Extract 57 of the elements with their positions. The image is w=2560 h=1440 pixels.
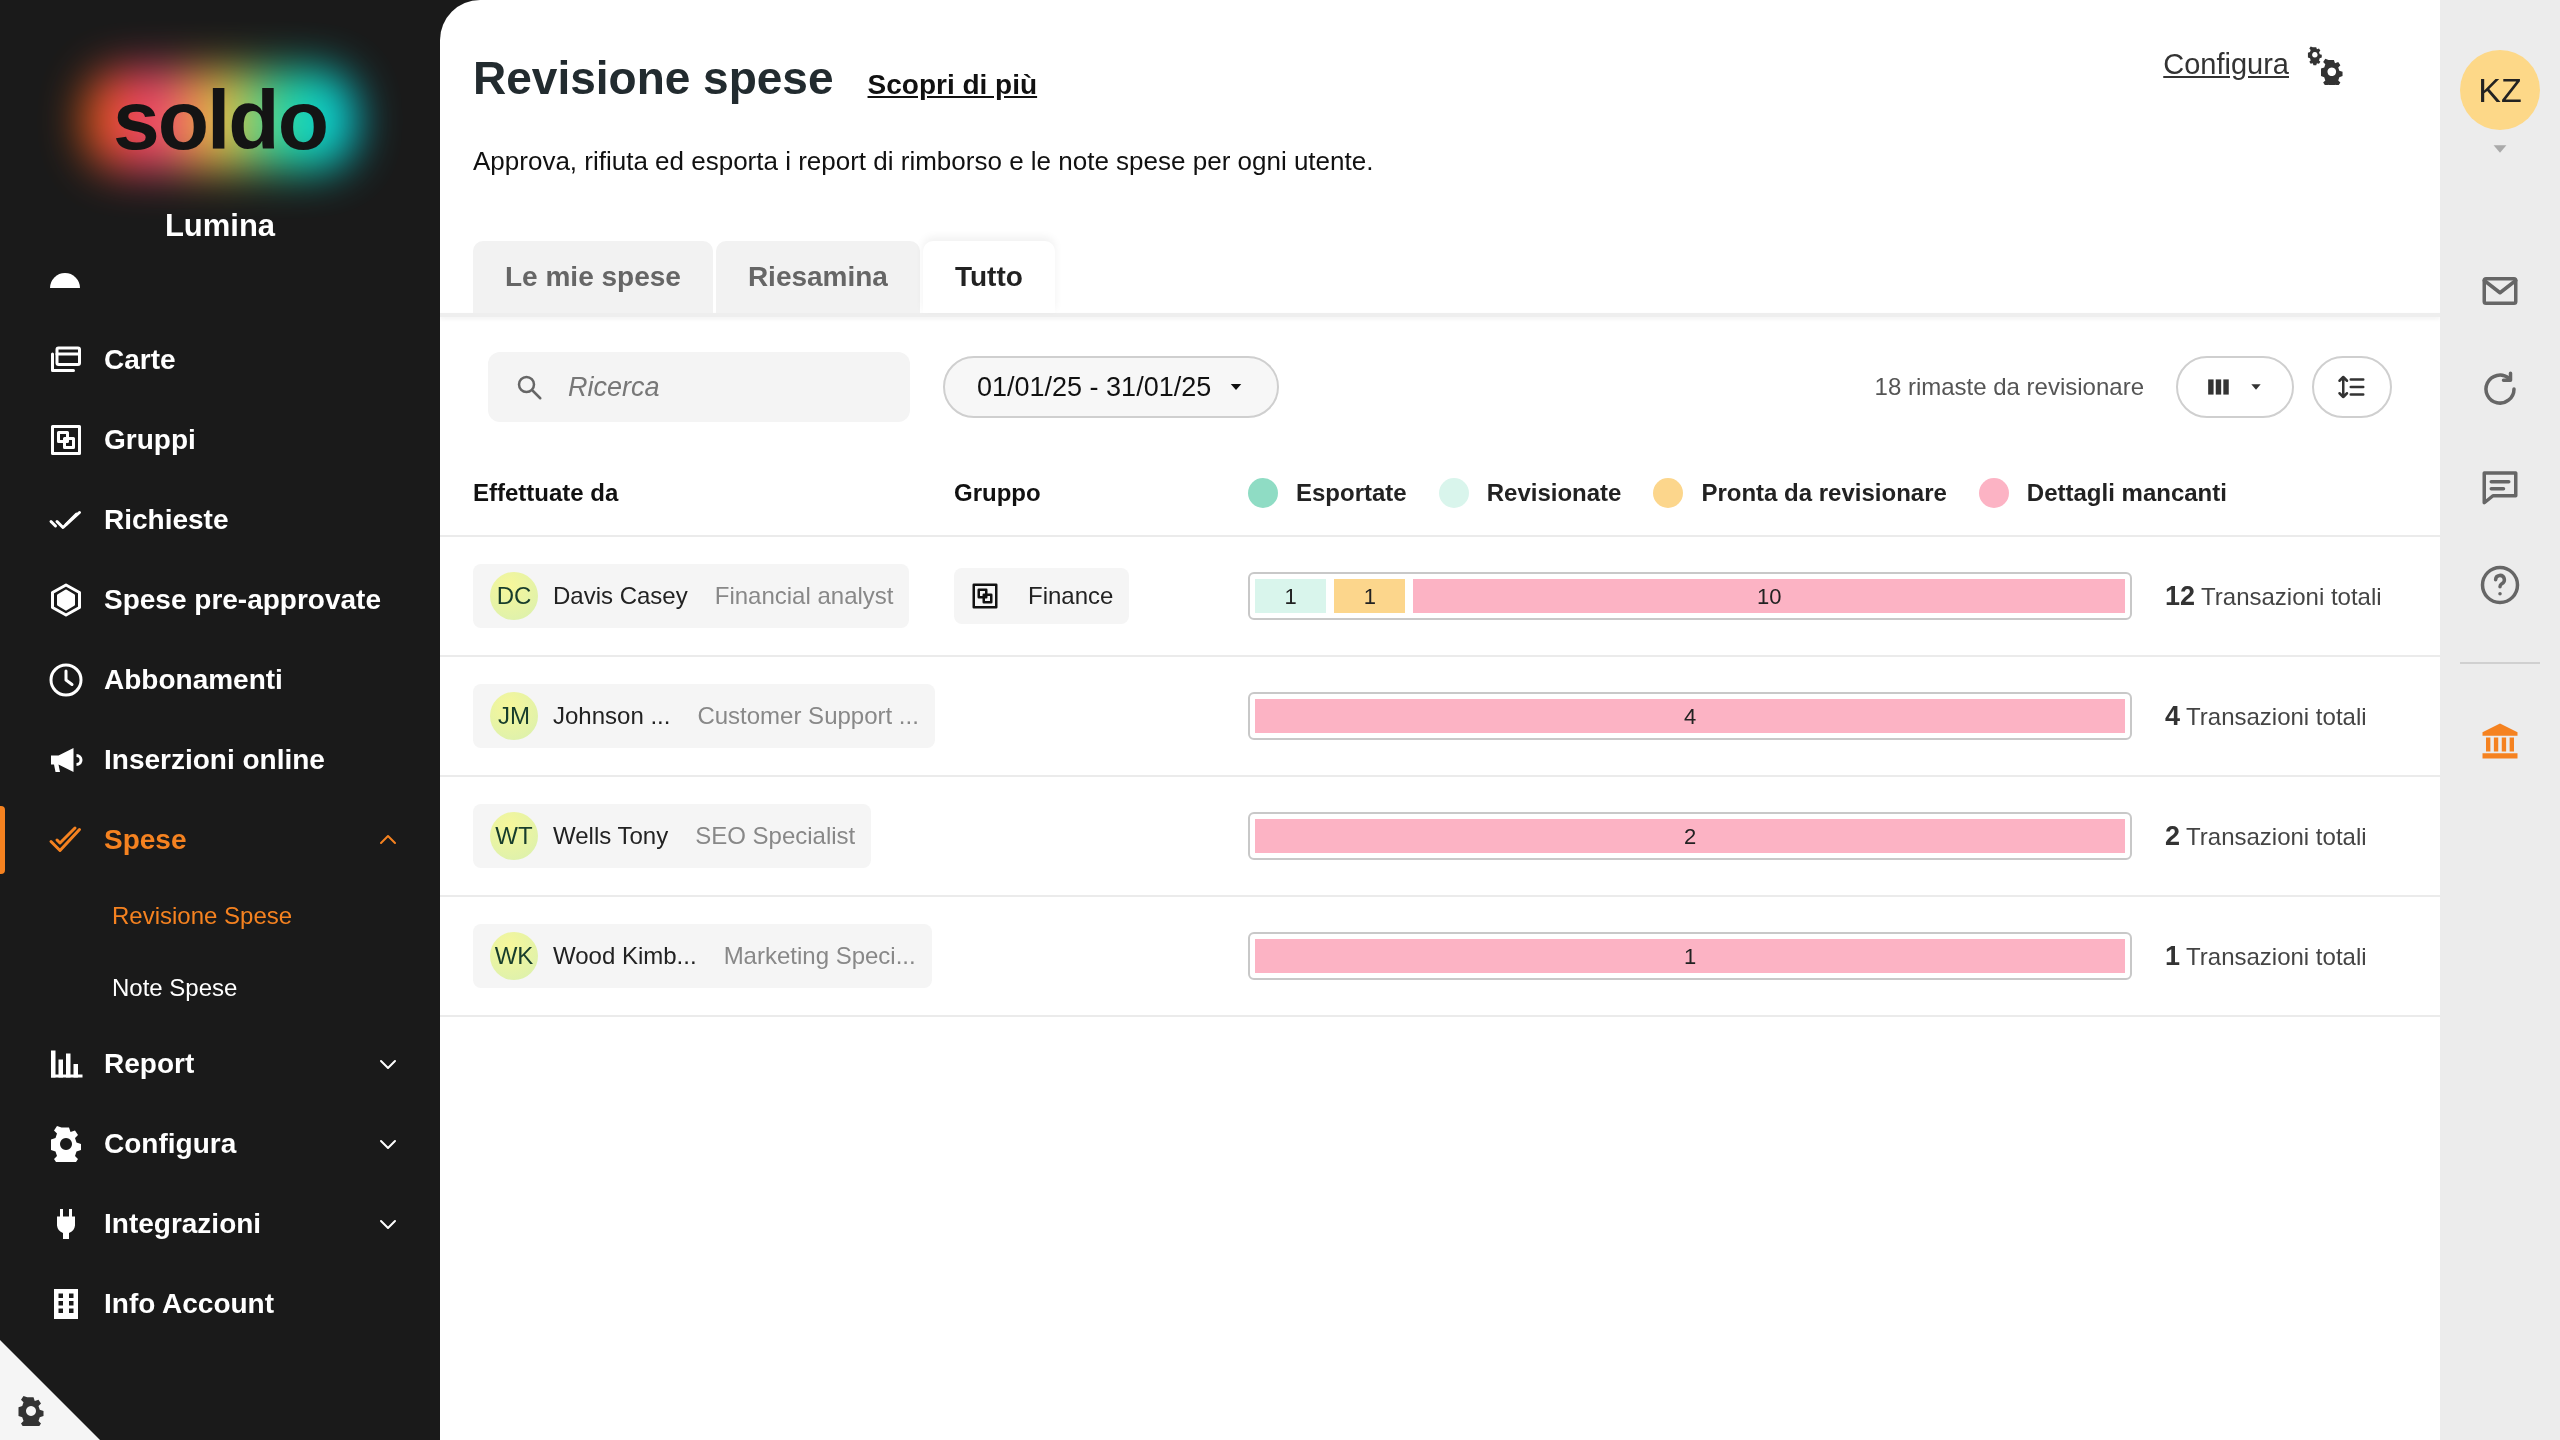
total-transactions: 1 Transazioni totali <box>2164 939 2368 973</box>
remaining-count: 18 rimaste da revisionare <box>1874 372 2144 402</box>
date-range-button[interactable]: 01/01/25 - 31/01/25 <box>943 356 1280 418</box>
user-avatar: DC <box>490 572 538 620</box>
company-name: Lumina <box>164 207 276 245</box>
legend-label: Dettagli mancanti <box>2026 478 2227 508</box>
submenu-item[interactable]: Revisione Spese <box>0 880 440 952</box>
user-role: Customer Support ... <box>697 701 919 731</box>
tab[interactable]: Tutto <box>922 241 1055 313</box>
sidebar-item[interactable]: Report <box>0 1024 440 1104</box>
sidebar-item[interactable]: Gruppi <box>0 400 440 480</box>
bar-segment: 2 <box>1255 819 2125 853</box>
sidebar-item[interactable]: Richieste <box>0 480 440 560</box>
sidebar-item[interactable]: Info Account <box>0 1264 440 1344</box>
configure-link[interactable]: Configura <box>2163 43 2289 87</box>
total-transactions: 4 Transazioni totali <box>2164 699 2368 733</box>
user-name: Davis Casey <box>553 581 688 611</box>
sidebar-item[interactable]: Spese pre-approvate <box>0 560 440 640</box>
user-avatar[interactable]: KZ <box>2460 50 2540 130</box>
user-chip[interactable]: WT Wells Tony SEO Specialist <box>473 804 872 868</box>
bar-segment: 1 <box>1334 579 1406 613</box>
sidebar-item[interactable]: Abbonamenti <box>0 640 440 720</box>
user-chip[interactable]: JM Johnson ... Customer Support ... <box>473 684 935 748</box>
user-name: Wood Kimb... <box>553 941 697 971</box>
user-avatar: WK <box>490 932 538 980</box>
user-avatar: JM <box>490 692 538 740</box>
legend-label: Esportate <box>1296 478 1407 508</box>
user-name: Wells Tony <box>553 821 669 851</box>
sidebar-item[interactable]: Spese <box>0 800 440 880</box>
user-name: Johnson ... <box>553 701 671 731</box>
tab[interactable]: Le mie spese <box>473 241 713 313</box>
group-chip[interactable]: Finance <box>954 568 1130 624</box>
sidebar-item[interactable]: Configura <box>0 1104 440 1184</box>
legend-label: Revisionate <box>1486 478 1622 508</box>
bar-segment: 4 <box>1255 699 2125 733</box>
bar-segment: 10 <box>1413 579 2125 613</box>
user-role: SEO Specialist <box>695 821 856 851</box>
learn-more-link[interactable]: Scopri di più <box>867 64 1038 106</box>
sidebar-item[interactable]: Integrazioni <box>0 1184 440 1264</box>
sidebar-item[interactable]: Carte <box>0 320 440 400</box>
total-transactions: 2 Transazioni totali <box>2164 819 2368 853</box>
bar-segment: 1 <box>1255 579 1327 613</box>
column-header: Effettuate da <box>473 478 620 508</box>
search-field[interactable]: Ricerca <box>488 352 910 422</box>
user-avatar: WT <box>490 812 538 860</box>
legend-label: Pronta da revisionare <box>1701 478 1947 508</box>
user-chip[interactable]: DC Davis Casey Financial analyst <box>473 564 910 628</box>
sidebar-item[interactable]: Inserzioni online <box>0 720 440 800</box>
user-role: Financial analyst <box>714 581 894 611</box>
user-chip[interactable]: WK Wood Kimb... Marketing Speci... <box>473 924 932 988</box>
page-description: Approva, rifiuta ed esporta i report di rimborso e le note spese per ogni utente. <box>472 145 1375 178</box>
tab[interactable]: Riesamina <box>715 241 920 313</box>
submenu-item[interactable]: Note Spese <box>0 952 440 1024</box>
column-header: Gruppo <box>954 478 1042 508</box>
total-transactions: 12 Transazioni totali <box>2164 579 2383 613</box>
bar-segment: 1 <box>1255 939 2125 973</box>
user-role: Marketing Speci... <box>723 941 916 971</box>
